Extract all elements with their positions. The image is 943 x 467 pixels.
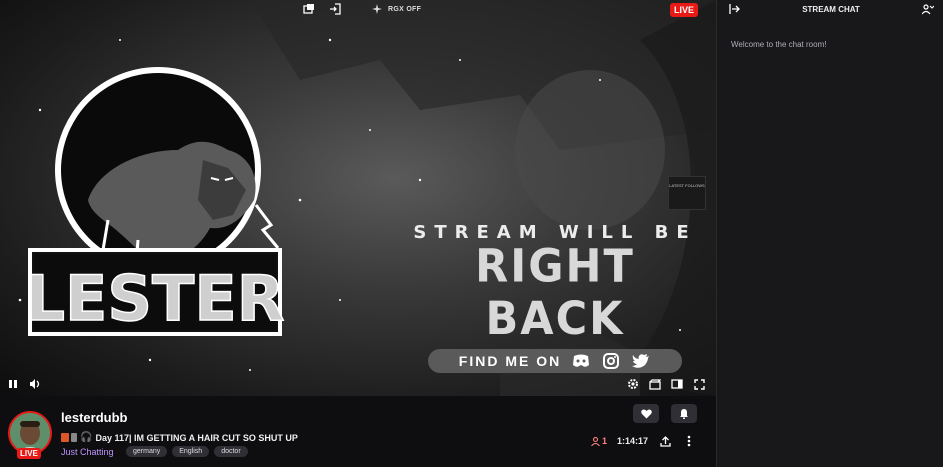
tag-english[interactable]: English (172, 446, 210, 457)
clip-icon[interactable] (648, 377, 662, 391)
streamer-name[interactable]: lesterdubb (61, 410, 127, 425)
picture-in-picture-icon[interactable] (300, 0, 318, 18)
share-icon[interactable] (658, 434, 672, 448)
bell-icon (680, 409, 688, 419)
instagram-icon (601, 352, 621, 370)
tag-list: germany English doctor (126, 446, 248, 457)
live-badge: LIVE (17, 448, 41, 459)
pause-icon[interactable] (6, 377, 20, 391)
more-options-icon[interactable] (682, 434, 696, 448)
community-icon[interactable] (921, 2, 935, 16)
fullscreen-icon[interactable] (692, 377, 706, 391)
live-indicator: LIVE (670, 3, 699, 17)
find-me-bar: FIND ME ON (428, 349, 682, 373)
viewer-icon (591, 436, 600, 446)
channel-actions (633, 404, 697, 423)
rgx-toggle-button[interactable]: RGX OFF (362, 0, 432, 18)
chat-title: STREAM CHAT (802, 4, 860, 14)
twitter-icon (631, 352, 651, 370)
channel-info: LIVE lesterdubb 🎧 Day 117| IM GETTING A … (0, 396, 716, 467)
volume-icon[interactable] (28, 377, 42, 391)
stream-title-row: 🎧 Day 117| IM GETTING A HAIR CUT SO SHUT… (61, 432, 298, 443)
latest-follows-widget: LATEST FOLLOWS (668, 176, 706, 210)
chat-header: STREAM CHAT (717, 0, 943, 18)
tag-germany[interactable]: germany (126, 446, 168, 457)
follow-button[interactable] (633, 404, 659, 423)
phone-icon (71, 433, 77, 442)
collapse-chat-icon[interactable] (727, 2, 741, 16)
stream-title: Day 117| IM GETTING A HAIR CUT SO SHUT U… (95, 432, 298, 443)
brb-banner: STREAM WILL BE RIGHT BACK FIND ME ON (400, 222, 710, 373)
rgx-label: RGX OFF (388, 5, 422, 13)
lester-logo: LESTER (28, 67, 285, 336)
player-topbar: RGX OFF (300, 0, 432, 18)
chat-panel: STREAM CHAT Welcome to the chat room! (716, 0, 943, 467)
category-link[interactable]: Just Chatting (61, 447, 114, 457)
headphones-icon: 🎧 (80, 432, 93, 443)
enter-icon[interactable] (326, 0, 344, 18)
viewer-count: 1 (591, 436, 607, 446)
theatre-mode-icon[interactable] (670, 377, 684, 391)
find-me-text: FIND ME ON (458, 353, 562, 369)
chat-welcome-message: Welcome to the chat room! (731, 40, 827, 49)
discord-icon (571, 352, 591, 370)
video-player[interactable]: RGX OFF LIVE LESTER STREAM WILL BE RIGHT… (0, 0, 716, 396)
sparkle-icon (372, 4, 382, 14)
brb-main-text: RIGHT BACK (475, 240, 635, 346)
app: RGX OFF LIVE LESTER STREAM WILL BE RIGHT… (0, 0, 943, 467)
tag-doctor[interactable]: doctor (214, 446, 248, 457)
uptime: 1:14:17 (616, 436, 648, 446)
viewer-count-value: 1 (601, 436, 607, 446)
stream-stats: 1 1:14:17 (591, 434, 696, 448)
heart-icon (640, 408, 652, 418)
player-controls (0, 372, 716, 396)
settings-icon[interactable] (626, 377, 640, 391)
emote-icon (61, 433, 69, 442)
notification-button[interactable] (671, 404, 697, 423)
logo-text: LESTER (28, 262, 284, 335)
